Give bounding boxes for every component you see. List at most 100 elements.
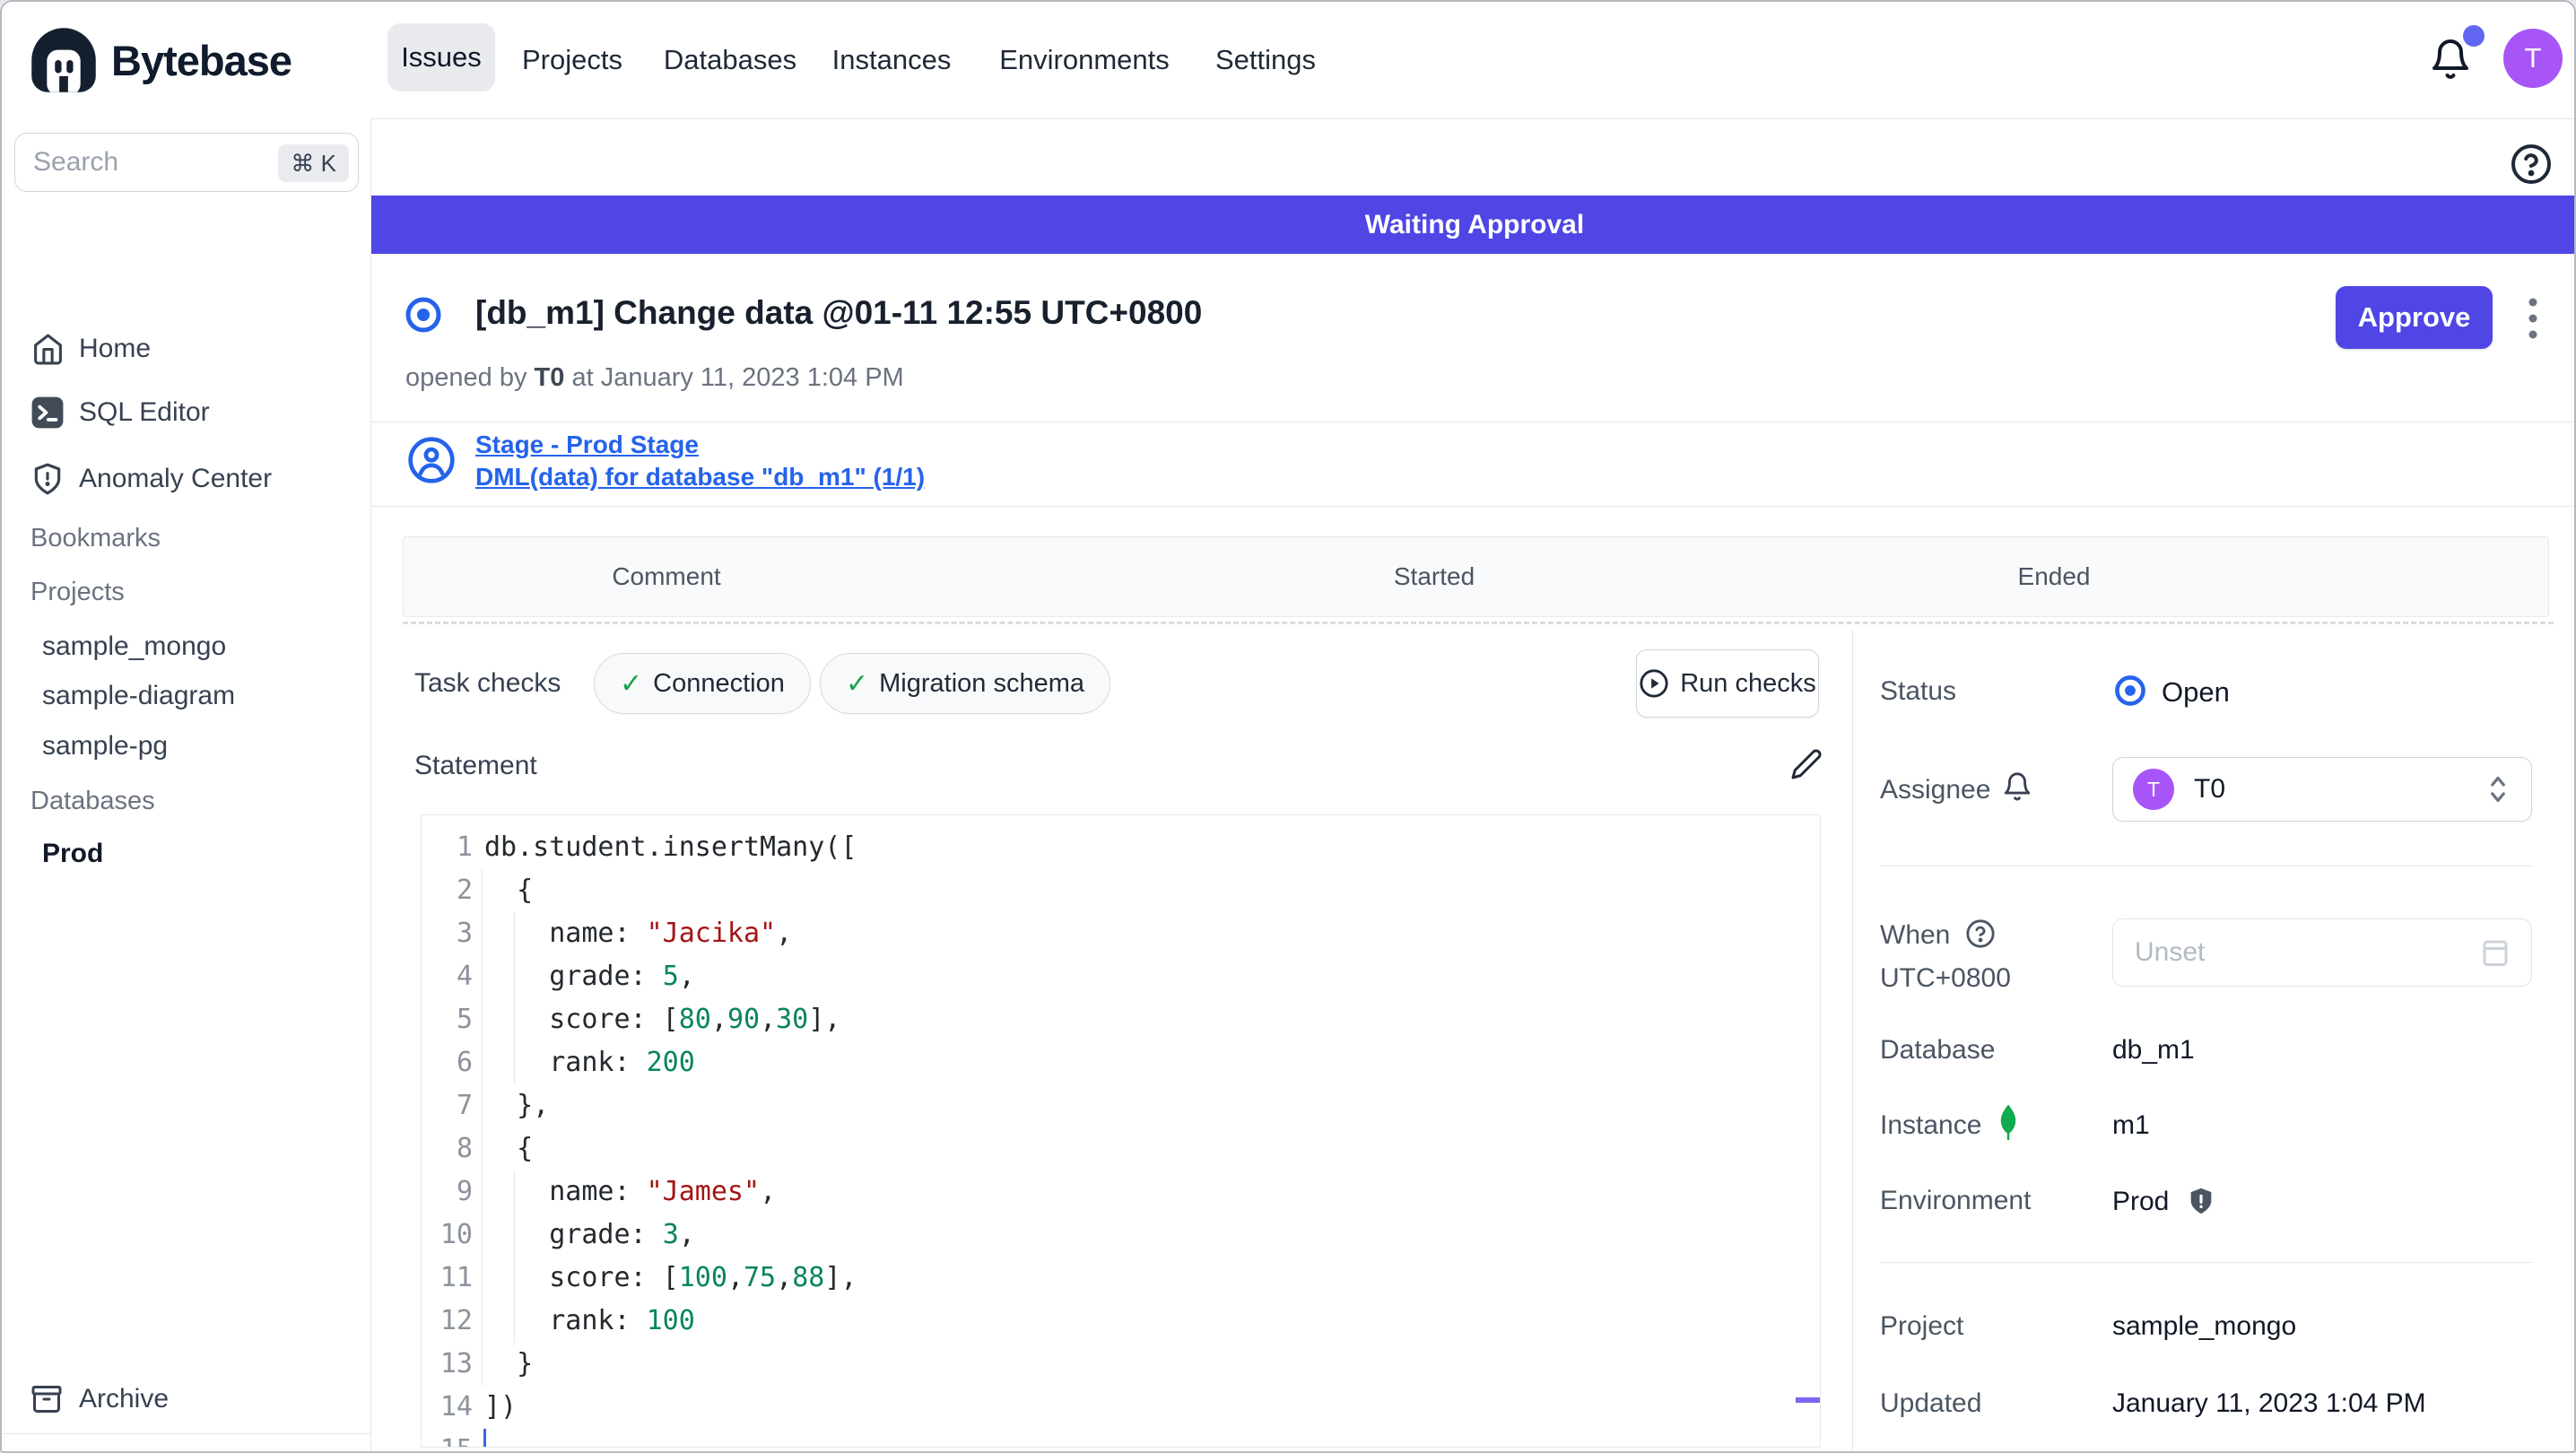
code-line: 6 rank: 200 bbox=[456, 1047, 695, 1078]
code-line: 5 score: [80,90,30], bbox=[456, 1004, 841, 1035]
right-panel-divider bbox=[1852, 630, 1853, 1451]
approve-button[interactable]: Approve bbox=[2336, 286, 2493, 349]
updated-label: Updated bbox=[1880, 1388, 1982, 1418]
issue-status-icon bbox=[404, 295, 443, 335]
environment-value[interactable]: Prod bbox=[2112, 1186, 2216, 1217]
database-value[interactable]: db_m1 bbox=[2112, 1035, 2195, 1066]
kebab-menu-icon[interactable] bbox=[2519, 293, 2546, 344]
issue-author: T0 bbox=[534, 363, 565, 392]
tab-projects[interactable]: Projects bbox=[522, 2, 622, 118]
navbar-divider bbox=[2, 118, 2574, 119]
tab-environments[interactable]: Environments bbox=[999, 2, 1170, 118]
search-box[interactable]: ⌘ K bbox=[14, 133, 359, 192]
tab-databases[interactable]: Databases bbox=[664, 2, 796, 118]
assignee-value: T0 bbox=[2194, 774, 2226, 804]
bytebase-logo-icon[interactable] bbox=[29, 25, 99, 95]
sidebar-item-home[interactable]: Home bbox=[2, 323, 371, 375]
opened-prefix: opened by bbox=[405, 363, 527, 392]
sidebar-item-anomaly-center[interactable]: Anomaly Center bbox=[2, 453, 371, 505]
indent-guide bbox=[482, 869, 483, 1386]
sidebar-section-databases: Databases bbox=[30, 787, 155, 815]
sidebar-item-archive[interactable]: Archive bbox=[2, 1373, 371, 1425]
stage-divider bbox=[371, 506, 2574, 507]
check-connection-pill[interactable]: ✓ Connection bbox=[594, 653, 811, 714]
assignee-select[interactable]: T T0 bbox=[2112, 757, 2532, 822]
issue-title: [db_m1] Change data @01-11 12:55 UTC+080… bbox=[475, 294, 1203, 331]
code-line: 9 name: "James", bbox=[456, 1176, 777, 1207]
notification-dot bbox=[2463, 25, 2485, 47]
logo-text[interactable]: Bytebase bbox=[111, 36, 292, 85]
code-line: 13 } bbox=[439, 1348, 534, 1379]
sidebar-item-sql-editor[interactable]: SQL Editor bbox=[2, 387, 371, 439]
stage-link[interactable]: Stage - Prod Stage bbox=[475, 431, 699, 459]
task-run-table: Comment Started Ended bbox=[403, 536, 2549, 617]
code-lines: 1 db.student.insertMany([2 {3 name: "Jaci… bbox=[422, 826, 1820, 1447]
sidebar-section-projects: Projects bbox=[30, 578, 125, 606]
code-line: 2 { bbox=[456, 874, 534, 906]
top-navbar: Bytebase Issues Projects Databases Insta… bbox=[2, 2, 2574, 118]
code-line: 14]) bbox=[439, 1391, 518, 1423]
sidebar-section-bookmarks: Bookmarks bbox=[30, 524, 161, 552]
sidebar-project-sample-pg[interactable]: sample-pg bbox=[42, 731, 168, 761]
terminal-icon bbox=[30, 396, 65, 430]
check-migration-schema-pill[interactable]: ✓ Migration schema bbox=[820, 653, 1111, 714]
code-line: 12 rank: 100 bbox=[439, 1305, 695, 1336]
code-line: 11 score: [100,75,88], bbox=[439, 1262, 857, 1293]
text-cursor bbox=[483, 1429, 486, 1447]
table-header-ended: Ended bbox=[2017, 562, 2091, 590]
table-header-comment: Comment bbox=[612, 562, 721, 590]
assignee-label: Assignee bbox=[1880, 775, 1991, 805]
overview-ruler-cursor-mark bbox=[1796, 1397, 1820, 1403]
when-help-icon bbox=[1965, 918, 1996, 949]
tab-instances[interactable]: Instances bbox=[832, 2, 952, 118]
sidebar-database-prod[interactable]: Prod bbox=[42, 839, 103, 869]
code-line: 4 grade: 5, bbox=[456, 961, 695, 992]
task-checks-label: Task checks bbox=[414, 668, 561, 698]
statement-label: Statement bbox=[414, 751, 537, 780]
project-label: Project bbox=[1880, 1311, 1964, 1341]
assignee-avatar: T bbox=[2133, 769, 2174, 810]
chevron-up-down-icon bbox=[2485, 771, 2511, 807]
statement-code-editor[interactable]: 1 db.student.insertMany([2 {3 name: "Jaci… bbox=[421, 814, 1821, 1448]
opened-middle: at bbox=[571, 363, 594, 392]
left-sidebar: ⌘ K Home SQL Editor Anomaly Center Bookm… bbox=[2, 118, 371, 1451]
panel-divider bbox=[1880, 1262, 2532, 1263]
when-datetime-field[interactable] bbox=[2112, 918, 2532, 987]
search-shortcut-badge: ⌘ K bbox=[278, 144, 349, 182]
instance-label: Instance bbox=[1880, 1110, 1982, 1140]
search-input[interactable] bbox=[33, 147, 275, 178]
project-value[interactable]: sample_mongo bbox=[2112, 1311, 2296, 1342]
tab-issues[interactable]: Issues bbox=[387, 23, 495, 91]
status-banner: Waiting Approval bbox=[371, 196, 2574, 254]
when-input[interactable] bbox=[2135, 937, 2431, 968]
open-status-icon bbox=[2112, 673, 2148, 709]
check-success-icon: ✓ bbox=[846, 668, 869, 699]
sidebar-bottom-divider bbox=[2, 1433, 371, 1434]
when-timezone: UTC+0800 bbox=[1880, 963, 2011, 993]
code-line: 7 }, bbox=[456, 1090, 550, 1121]
run-checks-button[interactable]: Run checks bbox=[1636, 649, 1819, 718]
environment-label: Environment bbox=[1880, 1186, 2032, 1215]
code-line: 1 db.student.insertMany([ bbox=[456, 831, 857, 863]
sidebar-project-sample-mongo[interactable]: sample_mongo bbox=[42, 631, 226, 662]
status-label: Status bbox=[1880, 676, 1957, 706]
archive-icon bbox=[30, 1383, 63, 1415]
tab-settings[interactable]: Settings bbox=[1215, 2, 1316, 118]
notification-bell-icon[interactable] bbox=[2429, 38, 2472, 81]
bytebase-window: Bytebase Issues Projects Databases Insta… bbox=[0, 0, 2576, 1453]
check-success-icon: ✓ bbox=[620, 668, 643, 699]
indent-guide bbox=[514, 912, 515, 1084]
code-line: 10 grade: 3, bbox=[439, 1219, 695, 1250]
database-label: Database bbox=[1880, 1035, 1996, 1065]
code-line: 15 bbox=[422, 1429, 1820, 1447]
code-line: 8 { bbox=[456, 1133, 534, 1164]
status-banner-text: Waiting Approval bbox=[1364, 209, 1585, 239]
help-icon[interactable] bbox=[2510, 143, 2553, 186]
assignee-bell-icon bbox=[2002, 771, 2032, 802]
stage-task-link[interactable]: DML(data) for database "db_m1" (1/1) bbox=[475, 463, 925, 492]
edit-pencil-icon[interactable] bbox=[1790, 748, 1823, 780]
instance-value[interactable]: m1 bbox=[2112, 1110, 2150, 1141]
sidebar-project-sample-diagram[interactable]: sample-diagram bbox=[42, 681, 235, 711]
user-avatar[interactable]: T bbox=[2503, 29, 2563, 88]
status-value: Open bbox=[2162, 676, 2230, 708]
